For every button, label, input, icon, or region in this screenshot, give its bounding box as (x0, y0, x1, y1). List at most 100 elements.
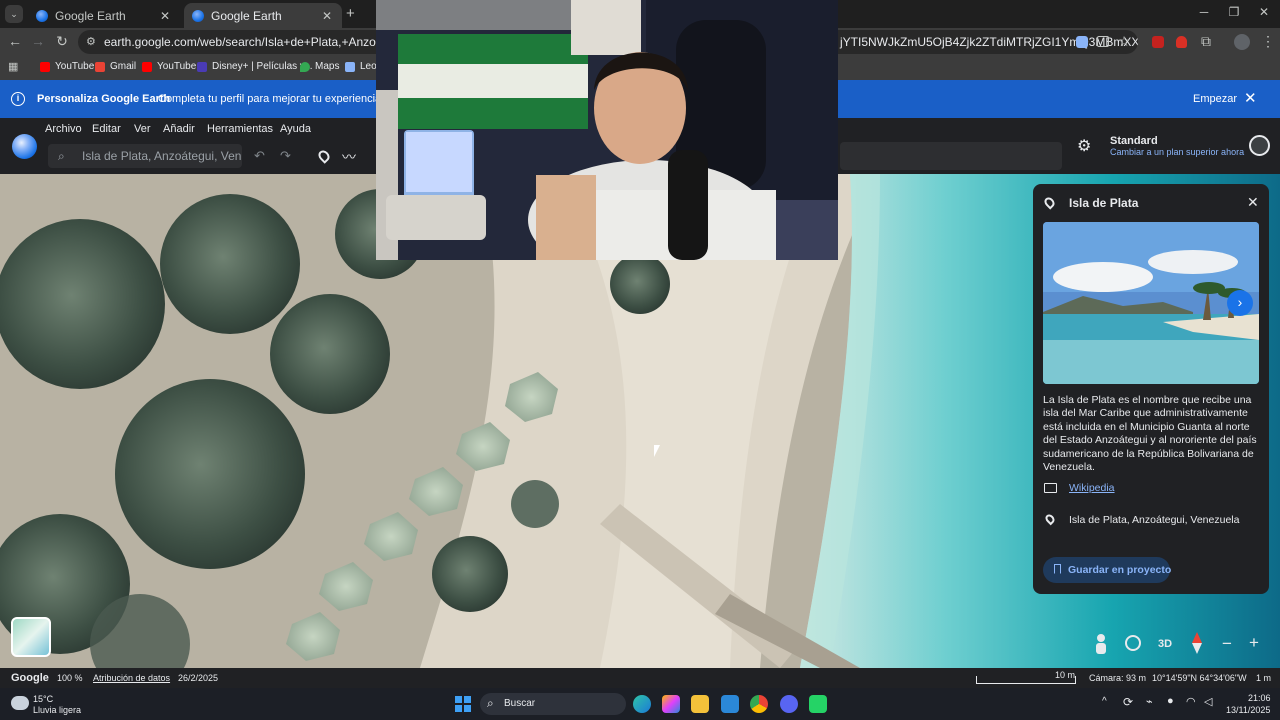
taskbar-search-icon: ⌕ (487, 696, 494, 710)
tray-chevron-icon[interactable]: ^ (1102, 696, 1107, 707)
windows-taskbar: 15°C Lluvia ligera ⌕ Buscar ^ ⟳ ⌁ ● ◠ ◁ … (0, 688, 1280, 720)
zoom-out-icon[interactable]: − (1222, 634, 1232, 654)
upgrade-plan-link[interactable]: Cambiar a un plan superior ahora (1110, 147, 1244, 157)
panel-title: Isla de Plata (1069, 196, 1139, 210)
google-earth-favicon-icon (192, 9, 204, 22)
close-panel-icon[interactable]: ✕ (1247, 194, 1259, 211)
weather-desc[interactable]: Lluvia ligera (33, 705, 81, 715)
youtube-icon (40, 61, 50, 72)
bookmark-label: Gmail (110, 61, 137, 72)
banner-start-button[interactable]: Empezar (1193, 93, 1237, 105)
settings-gear-icon[interactable]: ⚙ (1077, 136, 1091, 156)
close-tab-icon[interactable]: ✕ (320, 9, 334, 23)
earth-status-bar: Google 100 % Atribución de datos 26/2/20… (0, 668, 1280, 688)
place-description: La Isla de Plata es el nombre que recibe… (1043, 394, 1257, 474)
earth-globe-logo-icon[interactable] (12, 134, 37, 159)
discord-icon[interactable] (780, 695, 798, 713)
extension-shield-icon[interactable] (1176, 36, 1187, 48)
toolbar-extension (840, 142, 1062, 170)
draw-path-icon[interactable]: 〰 (342, 147, 356, 167)
whatsapp-icon[interactable] (809, 695, 827, 713)
scale-label: 10 m (1055, 670, 1076, 680)
webcam-overlay (376, 0, 838, 260)
data-attribution-link[interactable]: Atribución de datos (93, 673, 170, 683)
menu-archivo[interactable]: Archivo (45, 123, 82, 135)
tray-sync-icon[interactable]: ⟳ (1123, 695, 1133, 709)
windows-start-icon[interactable] (455, 696, 471, 712)
wikipedia-link[interactable]: Wikipedia (1069, 482, 1115, 494)
bookmark-youtube[interactable]: YouTube (40, 61, 94, 72)
folder-icon (345, 61, 355, 72)
save-button-label: Guardar en proyecto (1068, 564, 1172, 576)
banner-text: Completa tu perfil para mejorar tu exper… (158, 93, 382, 105)
next-photo-chevron-icon[interactable]: › (1227, 290, 1253, 316)
browser-menu-icon[interactable]: ⋮ (1258, 33, 1278, 50)
cursor-coordinates: 10°14'59"N 64°34'06"W (1152, 673, 1247, 683)
tray-mic-icon[interactable]: ● (1167, 695, 1174, 707)
bookmark-label: Maps (315, 61, 340, 72)
bookmark-youtube-2[interactable]: YouTube (142, 61, 196, 72)
tray-volume-icon[interactable]: ◁ (1204, 695, 1212, 708)
tray-wifi-icon[interactable]: ◠ (1186, 695, 1196, 708)
close-tab-icon[interactable]: ✕ (158, 9, 172, 23)
menu-herramientas[interactable]: Herramientas (207, 123, 273, 135)
google-lens-icon[interactable] (1076, 36, 1088, 48)
bookmark-disney[interactable]: Disney+ | Películas y... (197, 61, 313, 72)
save-to-project-button[interactable]: Guardar en proyecto (1043, 557, 1172, 583)
bookmark-gmail[interactable]: Gmail (95, 61, 136, 72)
site-info-icon[interactable]: ⚙ (86, 30, 96, 54)
toggle-3d-button[interactable]: 3D (1158, 638, 1172, 650)
maps-pin-icon (300, 61, 310, 72)
camera-altitude: Cámara: 93 m (1089, 673, 1147, 683)
tilt-toggle-icon[interactable] (1125, 635, 1141, 651)
forward-icon[interactable]: → (28, 33, 48, 49)
webcam-video-frame (376, 0, 838, 260)
earth-search-input[interactable]: ⌕ Isla de Plata, Anzoátegui, Venezu (48, 144, 242, 168)
undo-icon[interactable]: ↶ (254, 148, 265, 164)
zoom-in-icon[interactable]: + (1249, 633, 1259, 653)
bookmark-star-icon[interactable]: ☆ (1114, 33, 1134, 50)
tab-list-icon[interactable]: ⌄ (5, 5, 23, 23)
taskbar-search-box[interactable]: ⌕ Buscar (480, 693, 626, 715)
menu-anadir[interactable]: Añadir (163, 123, 195, 135)
file-explorer-icon[interactable] (691, 695, 709, 713)
clock-date[interactable]: 13/11/2025 (1226, 705, 1270, 715)
copilot-icon[interactable] (662, 695, 680, 713)
redo-icon[interactable]: ↷ (280, 148, 291, 164)
new-tab-icon[interactable]: + (346, 5, 355, 22)
browser-tab-active[interactable]: Google Earth ✕ (184, 3, 342, 28)
place-photo[interactable]: › (1043, 222, 1259, 384)
pegman-street-view-icon[interactable] (1094, 634, 1108, 654)
chrome-icon[interactable] (750, 695, 768, 713)
map-layer-thumbnail[interactable] (11, 617, 51, 657)
weather-cloud-icon[interactable] (11, 696, 29, 710)
tray-network-icon[interactable]: ⌁ (1146, 695, 1153, 708)
restore-window-icon[interactable]: ❐ (1224, 5, 1244, 19)
menu-ayuda[interactable]: Ayuda (280, 123, 311, 135)
edge-browser-icon[interactable] (633, 695, 651, 713)
profile-avatar[interactable] (1234, 34, 1250, 50)
weather-temp[interactable]: 15°C (33, 694, 53, 704)
add-placemark-icon[interactable] (316, 148, 332, 164)
extension-red-icon[interactable] (1152, 36, 1164, 48)
url-text-right: jYTI5NWJkZmU5OjB4Zjk2ZTdiMTRjZGI1YmQ3MBm… (840, 35, 1138, 49)
clock-time[interactable]: 21:06 (1248, 693, 1271, 703)
minimize-window-icon[interactable]: ─ (1194, 5, 1214, 19)
microsoft-store-icon[interactable] (721, 695, 739, 713)
reload-icon[interactable]: ↻ (52, 33, 72, 50)
install-app-icon[interactable] (1097, 36, 1109, 47)
address-pin-icon (1043, 512, 1057, 526)
compass-icon[interactable] (1190, 632, 1204, 656)
banner-title: Personaliza Google Earth (37, 93, 171, 105)
back-icon[interactable]: ← (5, 33, 25, 49)
close-banner-icon[interactable]: ✕ (1244, 89, 1257, 107)
bookmark-maps[interactable]: Maps (300, 61, 339, 72)
close-window-icon[interactable]: ✕ (1254, 5, 1274, 19)
place-info-panel: Isla de Plata ✕ › La Isla de Plata es el… (1033, 184, 1269, 594)
apps-grid-icon[interactable]: ▦ (8, 60, 18, 73)
menu-editar[interactable]: Editar (92, 123, 121, 135)
menu-ver[interactable]: Ver (134, 123, 151, 135)
account-avatar[interactable] (1249, 135, 1270, 156)
browser-tab[interactable]: Google Earth ✕ (28, 3, 180, 28)
extensions-puzzle-icon[interactable]: ⧉ (1196, 33, 1216, 50)
